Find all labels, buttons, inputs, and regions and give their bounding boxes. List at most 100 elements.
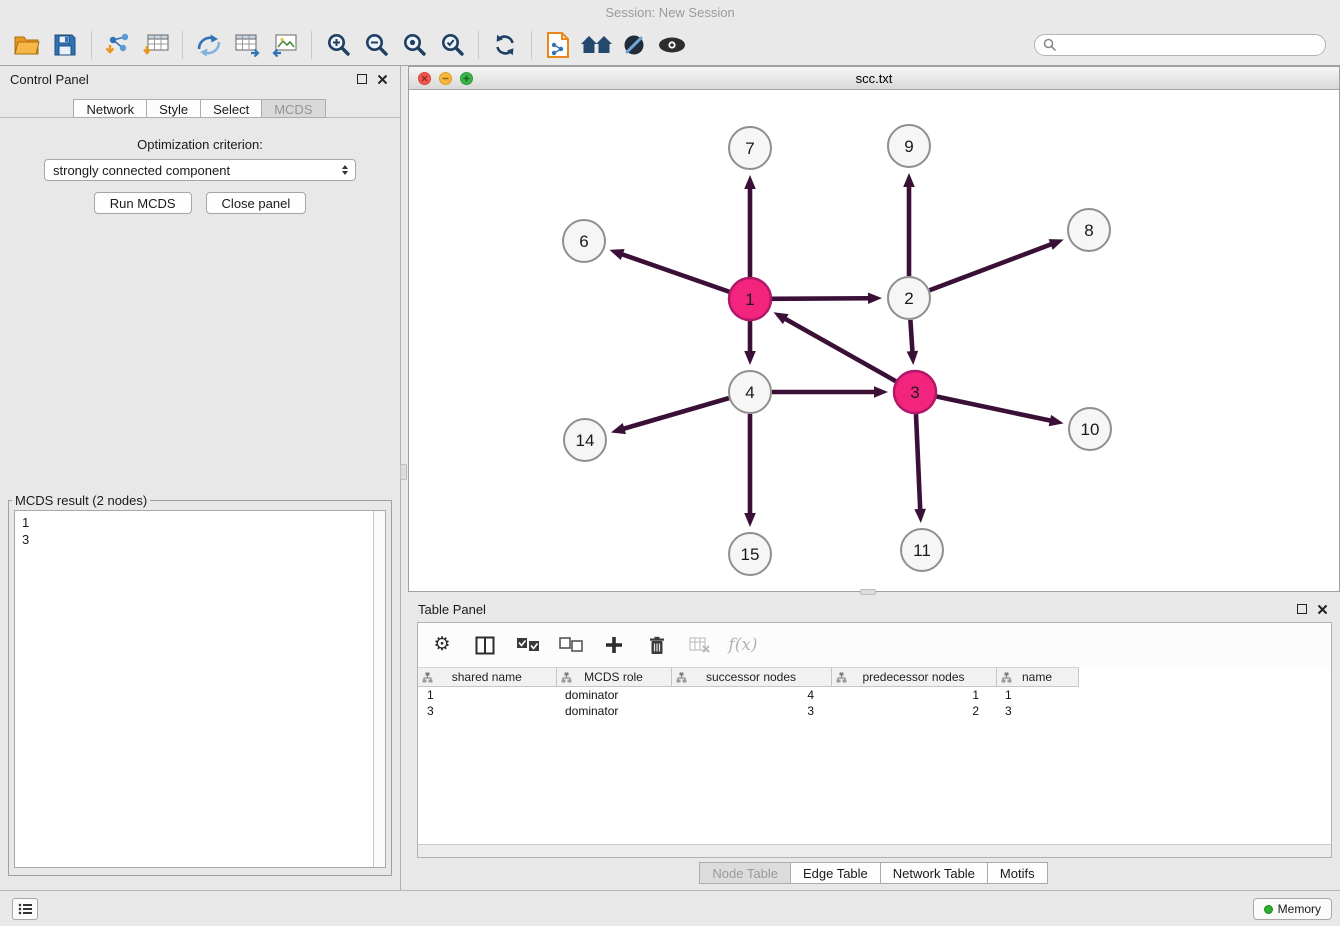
graph-node-2[interactable]: 2 xyxy=(888,277,930,319)
delete-table-button[interactable] xyxy=(688,632,712,658)
cell-predecessor-nodes[interactable]: 1 xyxy=(831,687,996,703)
zoom-out-button[interactable] xyxy=(357,29,395,61)
run-mcds-button[interactable]: Run MCDS xyxy=(94,192,192,214)
select-all-button[interactable] xyxy=(516,632,540,658)
import-table-button[interactable] xyxy=(137,29,175,61)
graph-edge-1-4[interactable] xyxy=(744,321,756,365)
cell-mcds-role[interactable]: dominator xyxy=(556,687,671,703)
cell-predecessor-nodes[interactable]: 2 xyxy=(831,703,996,719)
minimize-window-icon[interactable] xyxy=(439,72,452,85)
cell-mcds-role[interactable]: dominator xyxy=(556,703,671,719)
show-columns-button[interactable] xyxy=(473,632,497,658)
column-header-predecessor-nodes[interactable]: predecessor nodes xyxy=(831,668,996,687)
horizontal-splitter-handle[interactable] xyxy=(860,589,876,595)
table-row[interactable]: 3 dominator 3 2 3 xyxy=(418,703,1331,719)
open-session-button[interactable] xyxy=(8,29,46,61)
graph-edge-2-9[interactable] xyxy=(903,173,915,276)
tab-select[interactable]: Select xyxy=(200,99,262,118)
memory-button[interactable]: Memory xyxy=(1253,898,1332,920)
column-header-successor-nodes[interactable]: successor nodes xyxy=(671,668,831,687)
zoom-fit-button[interactable] xyxy=(395,29,433,61)
add-column-button[interactable] xyxy=(602,632,626,658)
graph-node-9[interactable]: 9 xyxy=(888,125,930,167)
graph-edge-3-10[interactable] xyxy=(937,397,1064,427)
export-image-button[interactable] xyxy=(266,29,304,61)
graph-node-1[interactable]: 1 xyxy=(729,278,771,320)
table-settings-button[interactable]: ⚙ xyxy=(430,632,454,658)
graph-node-3[interactable]: 3 xyxy=(894,371,936,413)
graph-edge-4-14[interactable] xyxy=(611,398,729,434)
close-window-icon[interactable] xyxy=(418,72,431,85)
graph-edge-1-6[interactable] xyxy=(609,249,729,292)
tab-network[interactable]: Network xyxy=(73,99,147,118)
graph-node-8[interactable]: 8 xyxy=(1068,209,1110,251)
cell-shared-name[interactable]: 1 xyxy=(418,687,556,703)
close-panel-icon[interactable] xyxy=(377,74,388,85)
network-window-titlebar[interactable]: scc.txt xyxy=(409,67,1339,90)
tab-motifs[interactable]: Motifs xyxy=(987,862,1048,884)
graph-edge-2-8[interactable] xyxy=(930,239,1064,290)
tab-node-table[interactable]: Node Table xyxy=(699,862,791,884)
home-button[interactable] xyxy=(577,29,615,61)
cell-name[interactable]: 3 xyxy=(996,703,1078,719)
mcds-result-list[interactable]: 1 3 xyxy=(14,510,386,868)
graph-edge-1-2[interactable] xyxy=(772,292,882,304)
zoom-in-button[interactable] xyxy=(319,29,357,61)
tab-mcds[interactable]: MCDS xyxy=(261,99,325,118)
search-input[interactable] xyxy=(1061,37,1317,52)
graph-node-6[interactable]: 6 xyxy=(563,220,605,262)
column-header-name[interactable]: name xyxy=(996,668,1078,687)
close-x-icon xyxy=(1317,604,1328,615)
eye-icon xyxy=(657,36,687,54)
cell-successor-nodes[interactable]: 3 xyxy=(671,703,831,719)
search-box[interactable] xyxy=(1034,34,1326,56)
table-panel-title: Table Panel xyxy=(418,602,486,617)
export-table-button[interactable] xyxy=(228,29,266,61)
task-history-button[interactable] xyxy=(12,898,38,920)
graph-node-4[interactable]: 4 xyxy=(729,371,771,413)
style-button[interactable] xyxy=(615,29,653,61)
network-document-button[interactable] xyxy=(539,29,577,61)
new-network-button[interactable] xyxy=(190,29,228,61)
result-scrollbar[interactable] xyxy=(373,511,385,867)
graph-node-7[interactable]: 7 xyxy=(729,127,771,169)
graph-edge-1-7[interactable] xyxy=(744,175,756,277)
import-network-button[interactable] xyxy=(99,29,137,61)
graph-edge-4-3[interactable] xyxy=(772,386,888,398)
column-header-shared-name[interactable]: shared name xyxy=(418,668,556,687)
zoom-selected-button[interactable] xyxy=(433,29,471,61)
graph-node-11[interactable]: 11 xyxy=(901,529,943,571)
graph-node-15[interactable]: 15 xyxy=(729,533,771,575)
graph-edge-3-11[interactable] xyxy=(914,414,926,523)
criterion-dropdown[interactable]: strongly connected component xyxy=(44,159,356,181)
cell-successor-nodes[interactable]: 4 xyxy=(671,687,831,703)
tab-edge-table[interactable]: Edge Table xyxy=(790,862,881,884)
cell-shared-name[interactable]: 3 xyxy=(418,703,556,719)
refresh-button[interactable] xyxy=(486,29,524,61)
graph-node-14[interactable]: 14 xyxy=(564,419,606,461)
table-row[interactable]: 1 dominator 4 1 1 xyxy=(418,687,1331,703)
close-panel-button[interactable]: Close panel xyxy=(206,192,307,214)
graph-edge-2-3[interactable] xyxy=(907,320,919,365)
function-builder-button[interactable]: f(x) xyxy=(731,632,755,658)
tab-style[interactable]: Style xyxy=(146,99,201,118)
table-horizontal-scrollbar[interactable] xyxy=(418,844,1331,857)
float-table-panel-icon[interactable] xyxy=(1297,604,1307,614)
delete-column-button[interactable] xyxy=(645,632,669,658)
maximize-window-icon[interactable] xyxy=(460,72,473,85)
window-controls xyxy=(418,72,473,85)
network-canvas[interactable]: 7 9 6 8 1 2 4 3 14 10 15 11 xyxy=(409,90,1339,591)
close-table-panel-icon[interactable] xyxy=(1317,604,1328,615)
graph-edge-3-1[interactable] xyxy=(774,312,896,381)
tab-network-table[interactable]: Network Table xyxy=(880,862,988,884)
import-network-icon xyxy=(104,33,132,57)
deselect-all-button[interactable] xyxy=(559,632,583,658)
cell-name[interactable]: 1 xyxy=(996,687,1078,703)
graph-node-10[interactable]: 10 xyxy=(1069,408,1111,450)
graph-edge-4-15[interactable] xyxy=(744,414,756,527)
graphics-details-button[interactable] xyxy=(653,29,691,61)
column-header-mcds-role[interactable]: MCDS role xyxy=(556,668,671,687)
float-panel-icon[interactable] xyxy=(357,74,367,84)
vertical-splitter-handle[interactable] xyxy=(400,464,407,480)
save-session-button[interactable] xyxy=(46,29,84,61)
